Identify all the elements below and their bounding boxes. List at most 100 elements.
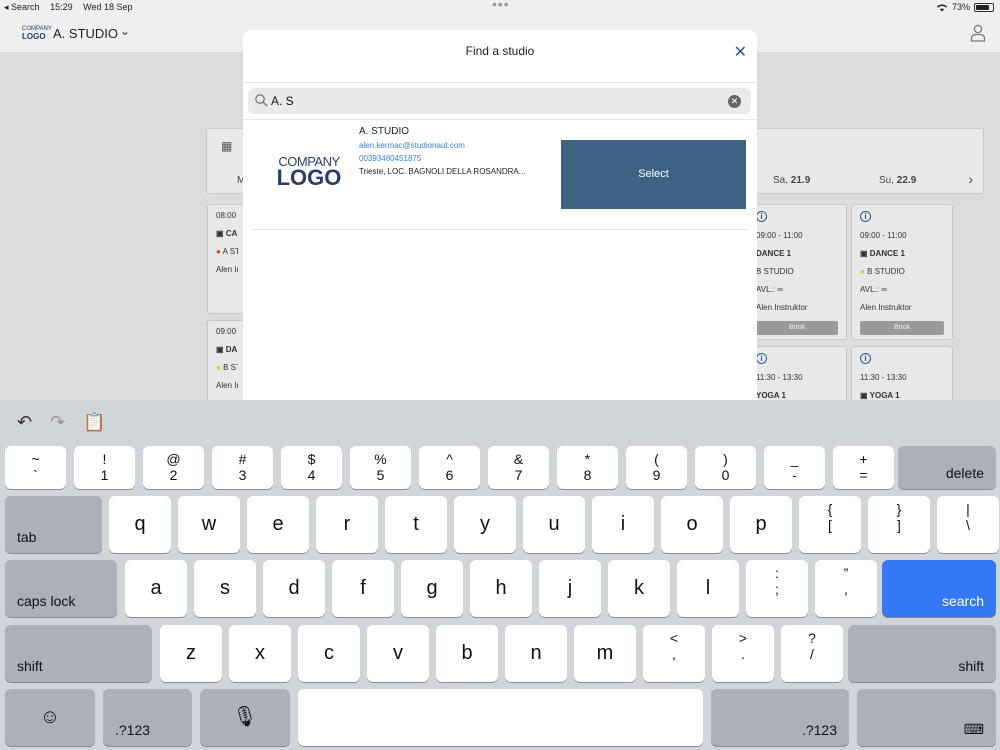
- key-b[interactable]: b: [436, 625, 498, 682]
- key-x[interactable]: x: [229, 625, 291, 682]
- redo-icon[interactable]: ↷: [50, 412, 65, 433]
- key-j[interactable]: j: [539, 560, 601, 617]
- shift-left-key[interactable]: shift: [5, 625, 152, 682]
- key-`[interactable]: ~ `: [5, 446, 66, 489]
- key-8[interactable]: * 8: [557, 446, 618, 489]
- find-studio-modal: Find a studio ✕ ✕ COMPANY LOGO A. STUDIO…: [243, 30, 757, 400]
- key-9[interactable]: (9: [626, 446, 687, 489]
- info-icon[interactable]: i: [860, 353, 871, 364]
- key-n[interactable]: n: [505, 625, 567, 682]
- key-3[interactable]: #3: [212, 446, 273, 489]
- key-q[interactable]: q: [109, 496, 171, 553]
- user-profile-icon[interactable]: [970, 24, 986, 42]
- info-icon[interactable]: i: [860, 211, 871, 222]
- battery-percentage: 73%: [951, 2, 970, 12]
- key-a[interactable]: a: [125, 560, 187, 617]
- key-2[interactable]: @2: [143, 446, 204, 489]
- key--[interactable]: _ -: [764, 446, 825, 489]
- key-s[interactable]: s: [194, 560, 256, 617]
- key-f[interactable]: f: [332, 560, 394, 617]
- microphone-key[interactable]: 🎙: [200, 689, 290, 746]
- key-o[interactable]: o: [661, 496, 723, 553]
- paste-icon[interactable]: 📋: [83, 412, 105, 433]
- key-i[interactable]: i: [592, 496, 654, 553]
- key-\[interactable]: | \: [937, 496, 999, 553]
- key-r[interactable]: r: [316, 496, 378, 553]
- key-m[interactable]: m: [574, 625, 636, 682]
- divider: [243, 119, 757, 120]
- key-[[interactable]: {[: [799, 496, 861, 553]
- key-6[interactable]: ^ 6: [419, 446, 480, 489]
- studio-email-link[interactable]: alen.kermac@studionaut.com: [359, 141, 559, 150]
- key-l[interactable]: l: [677, 560, 739, 617]
- divider: [253, 229, 747, 230]
- studio-phone-link[interactable]: 00393480451875: [359, 154, 559, 163]
- chevron-down-icon[interactable]: ⌄: [120, 24, 130, 38]
- key-4[interactable]: $4: [281, 446, 342, 489]
- class-card[interactable]: 09:00 ▣ DA ● B ST Alen In: [207, 320, 247, 410]
- key-h[interactable]: h: [470, 560, 532, 617]
- key-1[interactable]: ! 1: [74, 446, 135, 489]
- key-w[interactable]: w: [178, 496, 240, 553]
- status-time: 15:29: [50, 2, 73, 12]
- class-card[interactable]: 08:00 ▣ CA ● A ST Alen In: [207, 204, 247, 314]
- calendar-icon: ▣: [860, 249, 870, 258]
- key-0[interactable]: ) 0: [695, 446, 756, 489]
- status-bar: ◂ Search 15:29 Wed 18 Sep ••• 73%: [0, 0, 1000, 16]
- studio-selector-label[interactable]: A. STUDIO: [53, 26, 118, 41]
- info-icon[interactable]: i: [756, 211, 767, 222]
- key-d[interactable]: d: [263, 560, 325, 617]
- key-=[interactable]: + =: [833, 446, 894, 489]
- book-button[interactable]: Book: [756, 321, 838, 335]
- key-e[interactable]: e: [247, 496, 309, 553]
- key-c[interactable]: c: [298, 625, 360, 682]
- numbers-key-right[interactable]: .?123: [711, 689, 849, 746]
- chevron-right-icon[interactable]: ›: [968, 171, 973, 187]
- undo-icon[interactable]: ↶: [17, 412, 32, 433]
- emoji-key[interactable]: ☺: [5, 689, 95, 746]
- divider: [243, 82, 757, 83]
- search-bar[interactable]: ✕: [248, 88, 751, 114]
- key-p[interactable]: p: [730, 496, 792, 553]
- key-7[interactable]: & 7: [488, 446, 549, 489]
- key-y[interactable]: y: [454, 496, 516, 553]
- key-.[interactable]: >.: [712, 625, 774, 682]
- book-button[interactable]: Book: [860, 321, 944, 335]
- search-input[interactable]: [271, 91, 721, 111]
- modal-title: Find a studio: [465, 44, 535, 58]
- key-][interactable]: }]: [868, 496, 930, 553]
- key-,[interactable]: <,: [643, 625, 705, 682]
- numbers-key-left[interactable]: .?123: [103, 689, 192, 746]
- clear-search-icon[interactable]: ✕: [728, 95, 741, 108]
- key-;[interactable]: :;: [746, 560, 808, 617]
- day-sunday[interactable]: Su, 22.9: [879, 175, 916, 186]
- key-v[interactable]: v: [367, 625, 429, 682]
- key-5[interactable]: % 5: [350, 446, 411, 489]
- space-key[interactable]: [298, 689, 703, 746]
- key-/[interactable]: ? /: [781, 625, 843, 682]
- day-saturday[interactable]: Sa, 21.9: [773, 175, 810, 186]
- back-to-search-link[interactable]: ◂ Search: [4, 2, 40, 12]
- shift-right-key[interactable]: shift: [848, 625, 996, 682]
- hide-keyboard-key[interactable]: ⌨: [857, 689, 996, 746]
- search-key[interactable]: search: [882, 560, 996, 617]
- key-t[interactable]: t: [385, 496, 447, 553]
- class-card[interactable]: i 11:30 - 13:30 ▣ YOGA 1: [851, 346, 953, 406]
- key-g[interactable]: g: [401, 560, 463, 617]
- info-icon[interactable]: i: [756, 353, 767, 364]
- key-z[interactable]: z: [160, 625, 222, 682]
- delete-key[interactable]: delete: [898, 446, 996, 489]
- class-card[interactable]: i 09:00 - 11:00 ▣ DANCE 1 ● B STUDIO AVL…: [851, 204, 953, 340]
- key-u[interactable]: u: [523, 496, 585, 553]
- tab-key[interactable]: tab: [5, 496, 102, 553]
- class-card[interactable]: i 09:00 - 11:00 DANCE 1 B STUDIO AVL.: ∞…: [747, 204, 847, 340]
- key-k[interactable]: k: [608, 560, 670, 617]
- calendar-icon[interactable]: ▦: [221, 139, 232, 153]
- close-icon[interactable]: ✕: [734, 42, 747, 62]
- multitasking-dots-icon[interactable]: •••: [492, 0, 510, 12]
- select-button[interactable]: Select: [561, 140, 746, 209]
- caps-lock-key[interactable]: caps lock: [5, 560, 117, 617]
- key-,[interactable]: ”,: [815, 560, 877, 617]
- class-card[interactable]: i 11:30 - 13:30 YOGA 1: [747, 346, 847, 406]
- location-pin-icon: ●: [216, 363, 224, 372]
